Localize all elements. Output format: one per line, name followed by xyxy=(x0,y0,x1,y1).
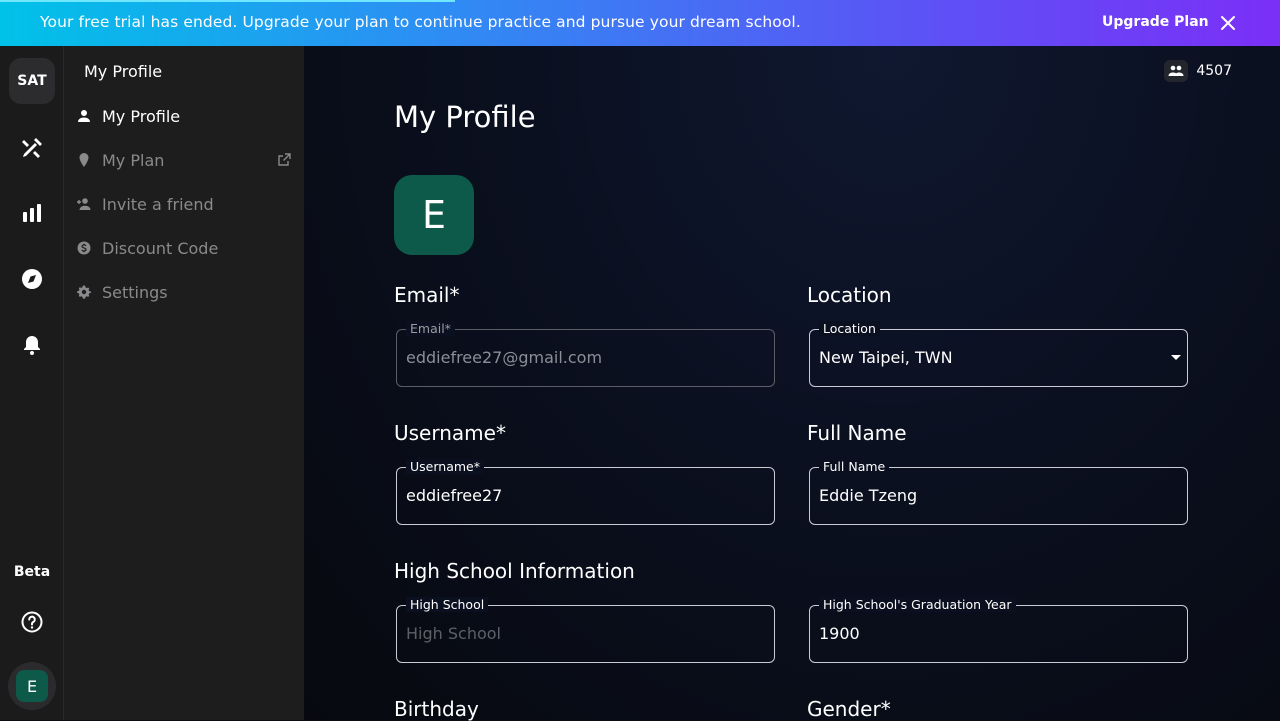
dollar-icon xyxy=(76,240,92,256)
sidebar-item-settings[interactable]: Settings xyxy=(64,274,304,310)
high-school-field[interactable]: High School High School xyxy=(396,597,775,663)
upgrade-plan-button[interactable]: Upgrade Plan xyxy=(1102,14,1209,30)
person-icon xyxy=(76,108,92,124)
profile-sidebar: My Profile My Profile My Plan Invite a f… xyxy=(64,46,304,720)
location-select-legend: Location xyxy=(819,321,880,336)
beta-label: Beta xyxy=(13,564,51,580)
section-high-school: High School Information xyxy=(394,559,635,583)
email-field-value: eddiefree27@gmail.com xyxy=(406,348,603,367)
external-link-icon xyxy=(276,152,292,168)
section-gender: Gender* xyxy=(807,697,891,721)
section-full-name: Full Name xyxy=(807,421,907,445)
full-name-field-legend: Full Name xyxy=(819,459,890,474)
sidebar-item-discount-code[interactable]: Discount Code xyxy=(64,230,304,266)
high-school-field-placeholder: High School xyxy=(406,624,501,643)
username-field-value: eddiefree27 xyxy=(406,486,503,505)
sidebar-item-invite-friend[interactable]: Invite a friend xyxy=(64,186,304,222)
location-select-value: New Taipei, TWN xyxy=(819,348,953,367)
section-birthday: Birthday xyxy=(394,697,479,721)
username-field[interactable]: Username* eddiefree27 xyxy=(396,459,775,525)
graduation-year-field-legend: High School's Graduation Year xyxy=(819,597,1016,612)
help-icon[interactable] xyxy=(20,610,44,634)
location-select[interactable]: Location New Taipei, TWN xyxy=(809,321,1188,387)
bar-chart-icon[interactable] xyxy=(20,201,44,225)
bell-icon[interactable] xyxy=(20,333,44,357)
section-username: Username* xyxy=(394,421,506,445)
banner-message: Your free trial has ended. Upgrade your … xyxy=(40,13,801,31)
close-icon[interactable] xyxy=(1218,13,1238,33)
section-email: Email* xyxy=(394,283,460,307)
icon-rail: SAT Beta E xyxy=(0,46,64,720)
username-field-legend: Username* xyxy=(406,459,484,474)
gear-icon xyxy=(76,284,92,300)
users-count: 4507 xyxy=(1164,60,1232,82)
sidebar-item-label: My Profile xyxy=(102,106,181,126)
profile-avatar[interactable]: E xyxy=(394,175,474,255)
sidebar-item-label: Settings xyxy=(102,282,168,302)
graduation-year-field-value: 1900 xyxy=(819,624,860,643)
profile-main: 4507 My Profile E Email* Location Email*… xyxy=(304,46,1280,721)
compass-icon[interactable] xyxy=(20,267,44,291)
section-location: Location xyxy=(807,283,892,307)
users-count-value: 4507 xyxy=(1196,63,1232,79)
avatar: E xyxy=(16,670,48,702)
user-avatar-button[interactable]: E xyxy=(8,662,56,710)
sidebar-item-my-plan[interactable]: My Plan xyxy=(64,142,304,178)
page-title: My Profile xyxy=(394,100,536,134)
add-person-icon xyxy=(76,196,92,212)
trial-banner: Your free trial has ended. Upgrade your … xyxy=(0,0,1280,46)
email-field[interactable]: Email* eddiefree27@gmail.com xyxy=(396,321,775,387)
sidebar-title: My Profile xyxy=(84,62,163,81)
sidebar-item-my-profile[interactable]: My Profile xyxy=(64,98,304,134)
email-field-legend: Email* xyxy=(406,321,455,336)
sidebar-item-label: Discount Code xyxy=(102,238,219,258)
sat-button[interactable]: SAT xyxy=(9,58,55,104)
full-name-field[interactable]: Full Name Eddie Tzeng xyxy=(809,459,1188,525)
banner-progress xyxy=(0,0,455,2)
sidebar-item-label: My Plan xyxy=(102,150,165,170)
people-icon xyxy=(1164,60,1189,82)
sidebar-item-label: Invite a friend xyxy=(102,194,214,214)
high-school-field-legend: High School xyxy=(406,597,489,612)
graduation-year-field[interactable]: High School's Graduation Year 1900 xyxy=(809,597,1188,663)
chevron-down-icon xyxy=(1171,355,1181,360)
pencil-ruler-icon[interactable] xyxy=(20,136,44,160)
full-name-field-value: Eddie Tzeng xyxy=(819,486,918,505)
pin-icon xyxy=(76,152,92,168)
